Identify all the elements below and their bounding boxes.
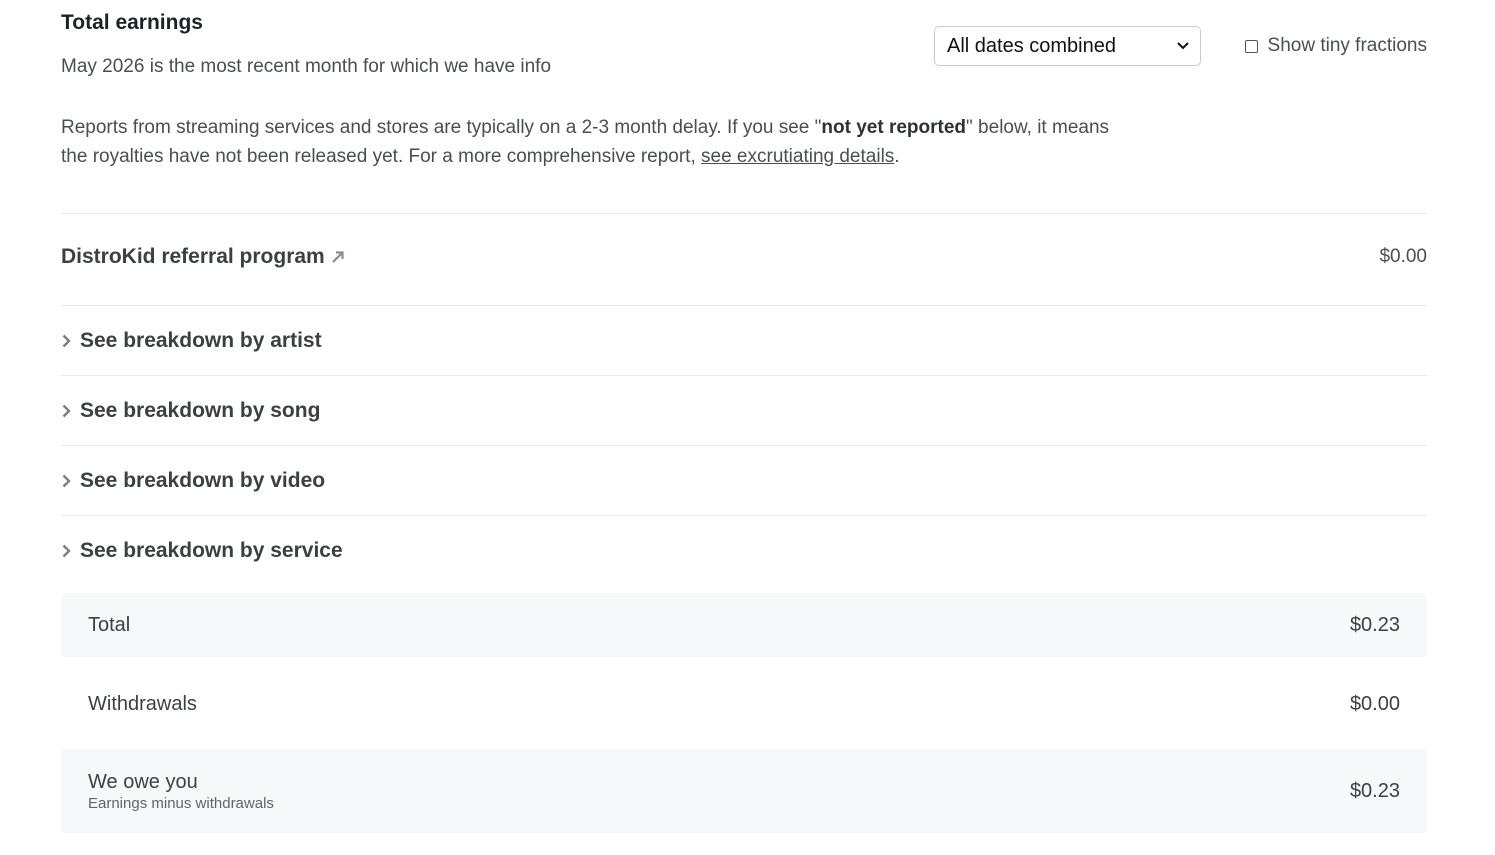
breakdown-label: See breakdown by song bbox=[80, 399, 321, 422]
breakdown-label: See breakdown by artist bbox=[80, 329, 322, 352]
we-owe-you-sublabel: Earnings minus withdrawals bbox=[88, 794, 274, 812]
withdrawals-label: Withdrawals bbox=[88, 692, 197, 715]
breakdown-label: See breakdown by video bbox=[80, 469, 326, 492]
withdrawals-amount: $0.00 bbox=[1349, 692, 1400, 715]
we-owe-you-amount: $0.23 bbox=[1349, 779, 1400, 802]
we-owe-you-label: We owe you bbox=[88, 770, 198, 793]
breakdown-by-video-toggle[interactable]: See breakdown by video bbox=[61, 446, 1427, 516]
delay-note: Reports from streaming services and stor… bbox=[61, 113, 1131, 171]
withdrawals-row: Withdrawals $0.00 bbox=[61, 672, 1427, 736]
chevron-right-icon bbox=[61, 474, 71, 488]
chevron-right-icon bbox=[61, 544, 71, 558]
date-range-select[interactable]: All dates combined bbox=[934, 26, 1201, 66]
delay-note-text: Reports from streaming services and stor… bbox=[61, 117, 822, 138]
show-tiny-fractions-label: Show tiny fractions bbox=[1267, 35, 1427, 56]
breakdown-label: See breakdown by service bbox=[80, 539, 343, 562]
date-range-select-value: All dates combined bbox=[947, 34, 1116, 57]
chevron-right-icon bbox=[61, 334, 71, 348]
we-owe-you-text: We owe you Earnings minus withdrawals bbox=[88, 771, 274, 812]
total-row: Total $0.23 bbox=[61, 593, 1427, 657]
excrutiating-details-link[interactable]: see excrutiating details bbox=[701, 146, 894, 167]
chevron-right-icon bbox=[61, 404, 71, 418]
we-owe-you-row: We owe you Earnings minus withdrawals $0… bbox=[61, 749, 1427, 833]
referral-amount: $0.00 bbox=[1379, 246, 1427, 267]
latest-month-info: May 2026 is the most recent month for wh… bbox=[61, 56, 552, 77]
chevron-down-icon bbox=[1176, 39, 1190, 53]
referral-program-link[interactable]: DistroKid referral program bbox=[61, 245, 325, 269]
referral-row: DistroKid referral program $0.00 bbox=[61, 245, 1427, 269]
not-yet-reported-text: not yet reported bbox=[821, 117, 967, 138]
show-tiny-fractions-checkbox[interactable] bbox=[1244, 39, 1258, 53]
breakdown-by-artist-toggle[interactable]: See breakdown by artist bbox=[61, 306, 1427, 376]
total-amount: $0.23 bbox=[1349, 613, 1400, 636]
divider bbox=[61, 213, 1427, 214]
breakdown-by-service-toggle[interactable]: See breakdown by service bbox=[61, 516, 1427, 586]
delay-note-period: . bbox=[894, 146, 900, 167]
show-tiny-fractions-toggle[interactable]: Show tiny fractions bbox=[1244, 35, 1427, 57]
page-title: Total earnings bbox=[61, 11, 203, 34]
breakdown-by-song-toggle[interactable]: See breakdown by song bbox=[61, 376, 1427, 446]
external-link-arrow-icon bbox=[331, 250, 345, 264]
total-label: Total bbox=[88, 613, 131, 636]
